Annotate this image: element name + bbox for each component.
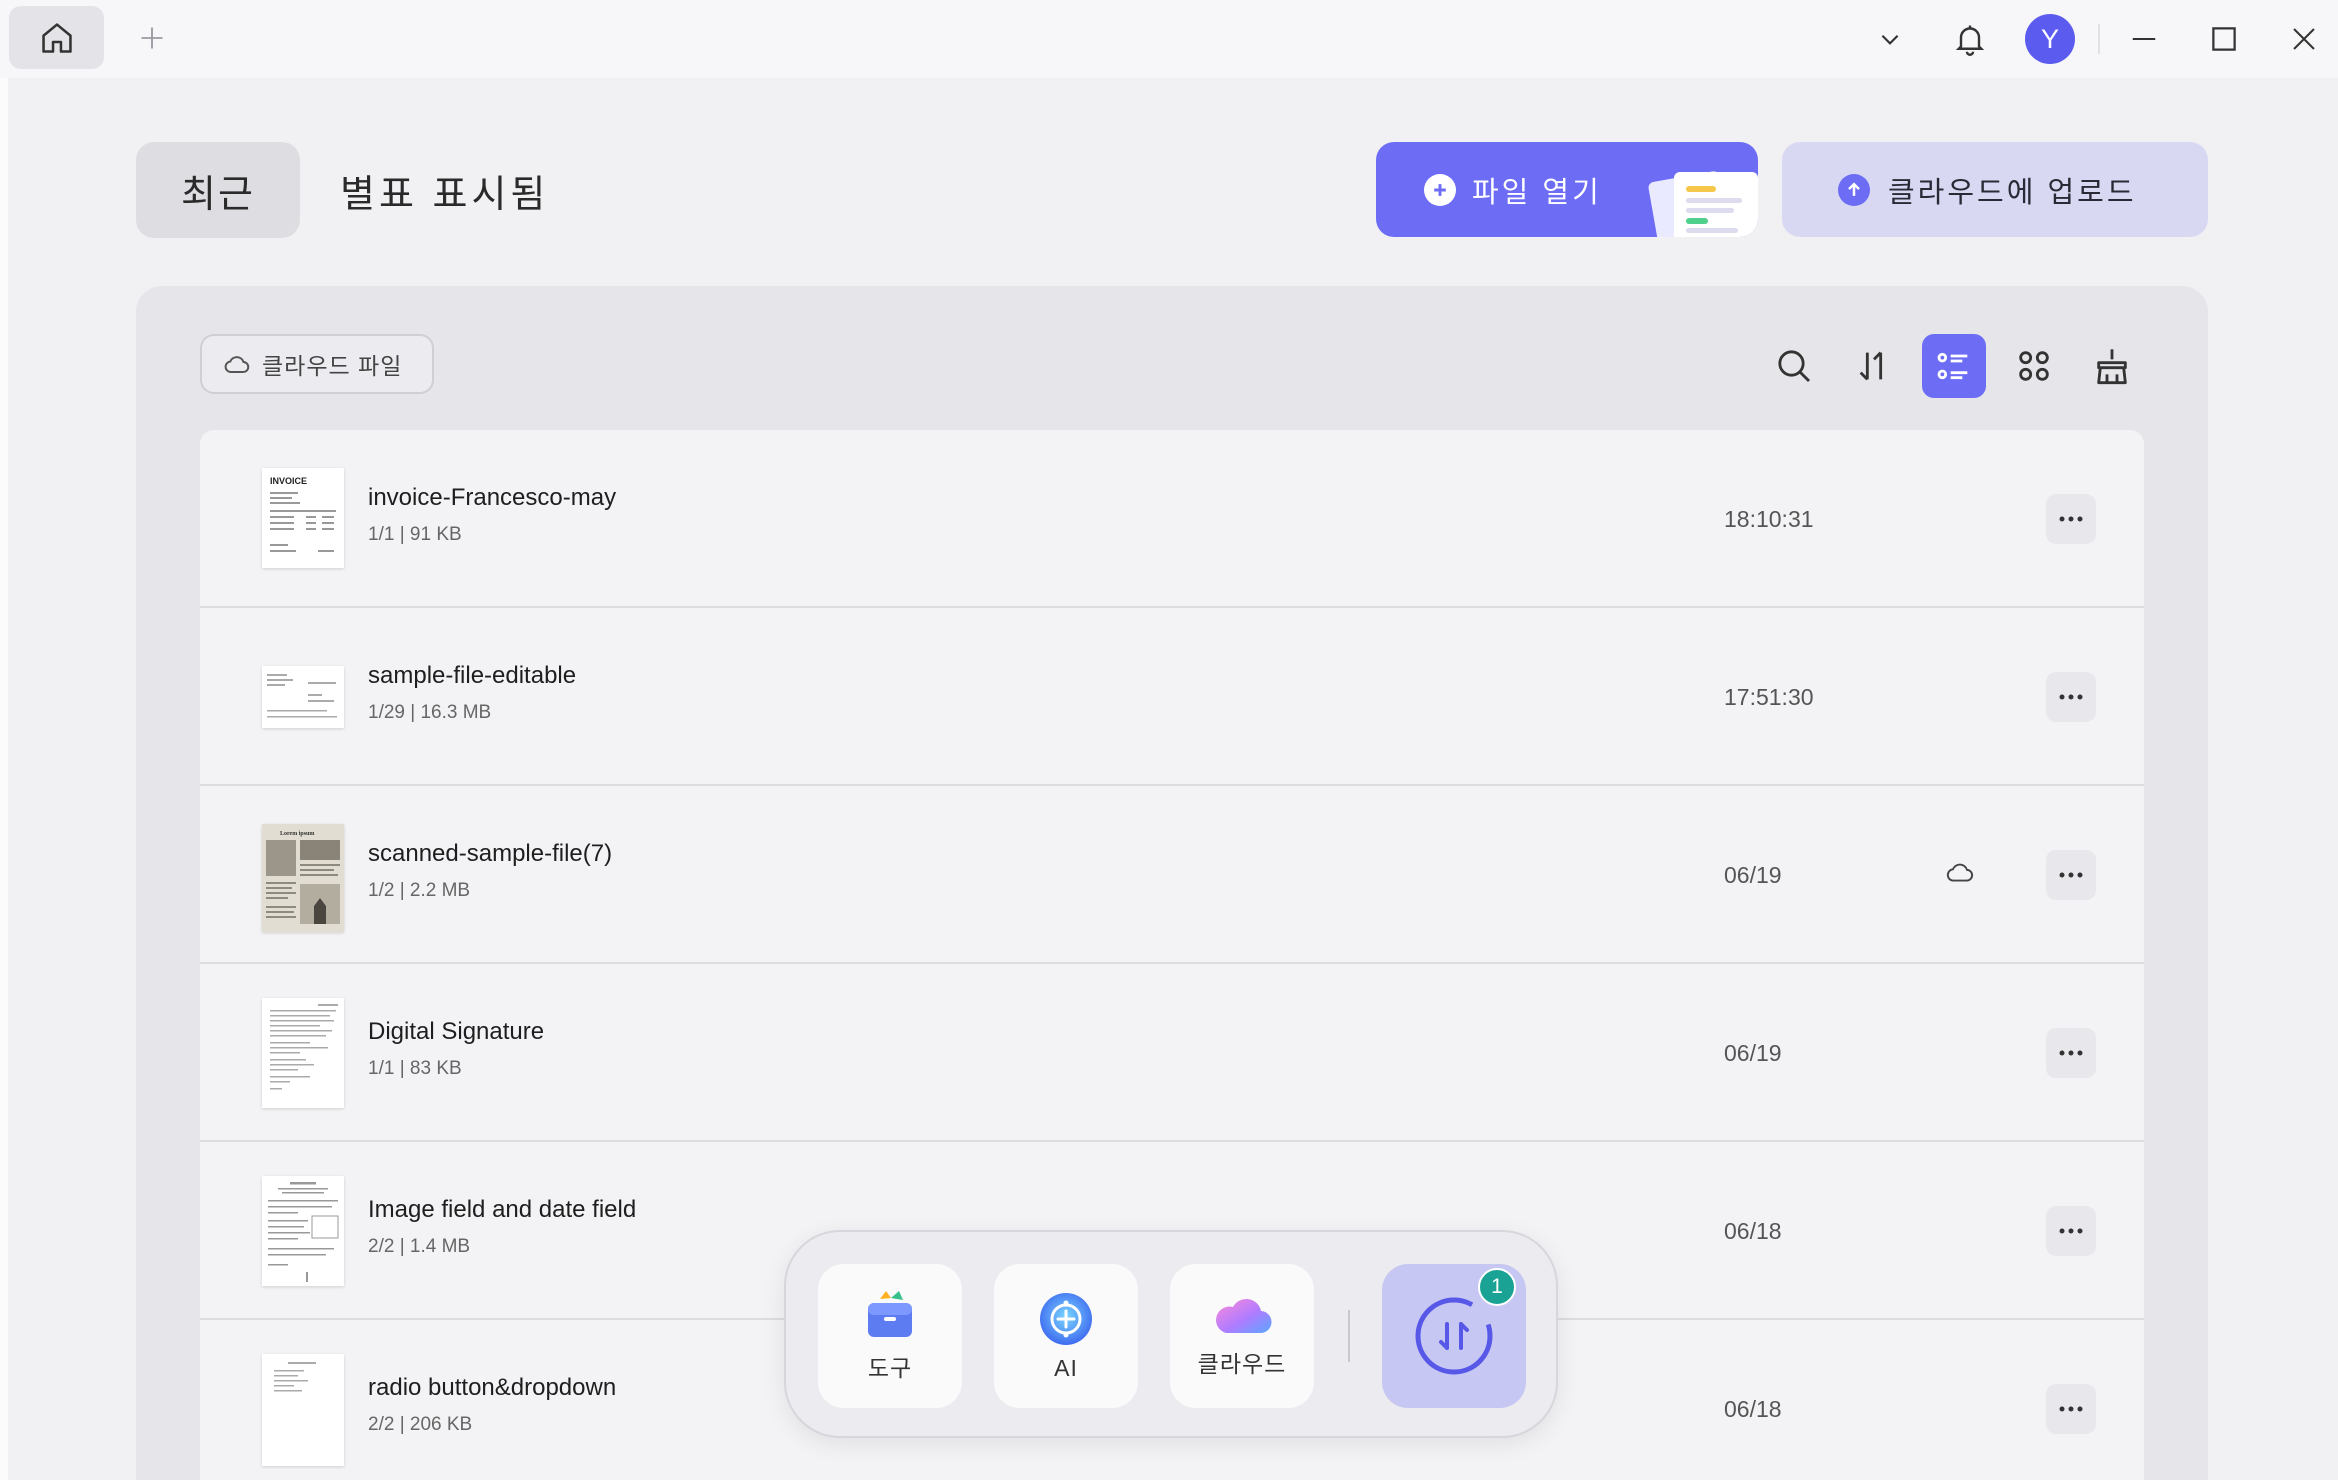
cloud-files-filter[interactable]: 클라우드 파일 xyxy=(200,334,434,394)
file-meta: 1/29 | 16.3 MB xyxy=(368,702,492,723)
maximize-button[interactable] xyxy=(2200,15,2248,63)
file-thumbnail xyxy=(262,666,344,728)
sort-button[interactable] xyxy=(1842,334,1906,398)
titlebar-divider xyxy=(2098,24,2100,54)
file-row[interactable]: Lorem ipsum scanned-sample-file(7) 1/2 |… xyxy=(200,786,2144,964)
more-icon xyxy=(2058,693,2084,701)
file-meta: 1/1 | 83 KB xyxy=(368,1058,462,1079)
notification-badge: 1 xyxy=(1478,1268,1516,1306)
home-tab[interactable] xyxy=(9,6,104,69)
tools-button[interactable]: 도구 xyxy=(818,1264,962,1408)
new-tab-button[interactable] xyxy=(134,20,170,56)
avatar[interactable]: Y xyxy=(2025,14,2075,64)
tools-label: 도구 xyxy=(867,1355,913,1381)
cleanup-icon xyxy=(2092,346,2132,386)
file-row[interactable]: sample-file-editable 1/29 | 16.3 MB 17:5… xyxy=(200,608,2144,786)
more-options-button[interactable] xyxy=(2046,850,2096,900)
open-file-label: 파일 열기 xyxy=(1472,176,1602,209)
more-icon xyxy=(2058,515,2084,523)
upload-icon xyxy=(1838,173,1870,206)
thumb-invoice-title: INVOICE xyxy=(270,476,307,486)
bell-icon xyxy=(1952,21,1988,57)
more-options-button[interactable] xyxy=(2046,494,2096,544)
plus-circle-icon xyxy=(1424,173,1456,206)
file-row[interactable]: Digital Signature 1/1 | 83 KB 06/19 xyxy=(200,964,2144,1142)
more-options-button[interactable] xyxy=(2046,1028,2096,1078)
ai-label: AI xyxy=(1054,1354,1078,1381)
list-view-icon xyxy=(1934,346,1974,386)
file-name: radio button&dropdown xyxy=(368,1374,617,1401)
file-name: invoice-Francesco-may xyxy=(368,484,617,511)
close-button[interactable] xyxy=(2280,15,2328,63)
file-thumbnail xyxy=(262,1176,344,1286)
window-frame xyxy=(0,78,8,1480)
floating-dock: 도구 AI 클라우드 1 xyxy=(784,1230,1558,1438)
minimize-icon xyxy=(2129,24,2159,54)
cloud-icon xyxy=(1212,1293,1272,1337)
dock-divider xyxy=(1348,1310,1350,1362)
maximize-icon xyxy=(2209,24,2239,54)
cloud-files-label: 클라우드 파일 xyxy=(262,353,403,379)
list-view-button[interactable] xyxy=(1922,334,1986,398)
notifications-button[interactable] xyxy=(1946,15,1994,63)
thumb-scanned-title: Lorem ipsum xyxy=(280,831,314,837)
file-time: 17:51:30 xyxy=(1724,684,1814,710)
documents-illustration-icon xyxy=(1644,164,1758,237)
dropdown-button[interactable] xyxy=(1866,15,1914,63)
file-thumbnail xyxy=(262,1354,344,1466)
file-name: scanned-sample-file(7) xyxy=(368,840,613,867)
file-name: Image field and date field xyxy=(368,1196,637,1223)
cloud-button[interactable]: 클라우드 xyxy=(1170,1264,1314,1408)
file-name: Digital Signature xyxy=(368,1018,545,1045)
cloud-synced-icon xyxy=(1944,860,1974,884)
sort-icon xyxy=(1854,346,1894,386)
cleanup-button[interactable] xyxy=(2080,334,2144,398)
more-options-button[interactable] xyxy=(2046,672,2096,722)
upload-to-cloud-button[interactable]: 클라우드에 업로드 xyxy=(1782,142,2208,237)
grid-view-icon xyxy=(2014,346,2054,386)
more-icon xyxy=(2058,1227,2084,1235)
cloud-icon xyxy=(222,353,250,375)
grid-view-button[interactable] xyxy=(2002,334,2066,398)
more-options-button[interactable] xyxy=(2046,1384,2096,1434)
file-meta: 2/2 | 206 KB xyxy=(368,1414,473,1435)
search-icon xyxy=(1774,346,1814,386)
more-icon xyxy=(2058,1405,2084,1413)
cloud-label: 클라우드 xyxy=(1197,1351,1287,1377)
home-icon xyxy=(38,19,76,57)
file-name: sample-file-editable xyxy=(368,662,577,689)
plus-icon xyxy=(138,24,166,52)
upload-to-cloud-label: 클라우드에 업로드 xyxy=(1888,176,2137,209)
close-icon xyxy=(2289,24,2319,54)
file-row[interactable]: INVOICE invoice-Francesco-may 1/1 | 91 K… xyxy=(200,430,2144,608)
minimize-button[interactable] xyxy=(2120,15,2168,63)
more-icon xyxy=(2058,1049,2084,1057)
tab-recent[interactable]: 최근 xyxy=(136,142,300,238)
file-thumbnail: Lorem ipsum xyxy=(262,824,344,932)
convert-icon xyxy=(1412,1294,1496,1378)
tab-starred[interactable]: 별표 표시됨 xyxy=(340,142,549,238)
file-thumbnail: INVOICE xyxy=(262,468,344,568)
file-time: 06/19 xyxy=(1724,862,1782,888)
toolbox-icon xyxy=(862,1289,918,1341)
more-options-button[interactable] xyxy=(2046,1206,2096,1256)
file-thumbnail xyxy=(262,998,344,1108)
ai-button[interactable]: AI xyxy=(994,1264,1138,1408)
more-icon xyxy=(2058,871,2084,879)
title-bar: Y xyxy=(0,0,2338,78)
file-time: 06/18 xyxy=(1724,1396,1782,1422)
open-file-button[interactable]: 파일 열기 xyxy=(1376,142,1758,237)
ai-assistant-icon xyxy=(1038,1291,1094,1347)
file-time: 18:10:31 xyxy=(1724,506,1814,532)
search-button[interactable] xyxy=(1762,334,1826,398)
file-meta: 2/2 | 1.4 MB xyxy=(368,1236,471,1257)
chevron-down-icon xyxy=(1877,26,1903,52)
file-meta: 1/2 | 2.2 MB xyxy=(368,880,471,901)
file-meta: 1/1 | 91 KB xyxy=(368,524,462,545)
file-time: 06/19 xyxy=(1724,1040,1782,1066)
file-time: 06/18 xyxy=(1724,1218,1782,1244)
